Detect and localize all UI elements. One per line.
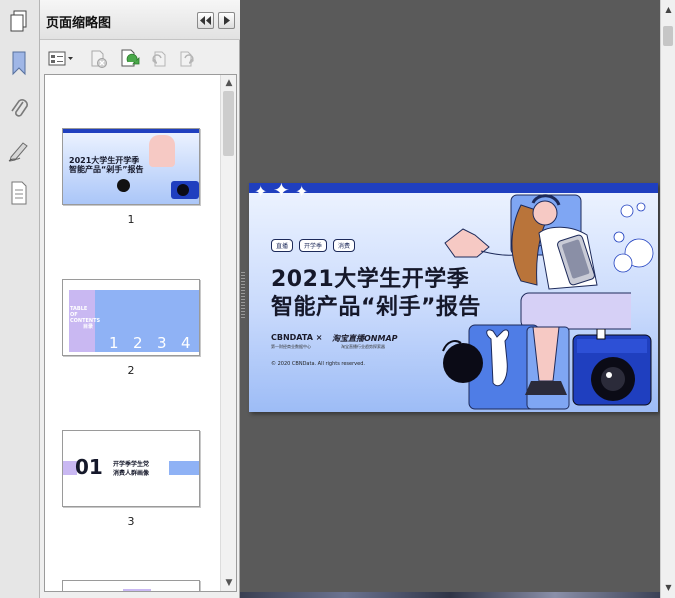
- expand-panel-button[interactable]: [218, 12, 235, 29]
- bookmark-icon: [12, 51, 26, 76]
- thumb2-num-4: 4: [181, 334, 191, 352]
- thumb2-num-2: 2: [133, 334, 143, 352]
- sparkle-icon: ✦: [295, 183, 309, 201]
- insert-page-icon: [121, 49, 140, 67]
- cover-tag: 直播: [271, 239, 294, 252]
- page-thumbnail-4[interactable]: [62, 580, 200, 591]
- thumb2-num-3: 3: [157, 334, 167, 352]
- onmap-logo-subtitle: 淘宝直播行业趋势探索器: [341, 344, 385, 349]
- insert-page-button[interactable]: [118, 48, 142, 70]
- rotate-left-icon: [152, 51, 166, 67]
- bookmarks-button[interactable]: [4, 48, 34, 78]
- pages-panel-button[interactable]: [4, 6, 34, 36]
- page-thumbnail-1[interactable]: 2021大学生开学季 智能产品“剁手”报告: [62, 128, 200, 205]
- layers-button[interactable]: [4, 178, 34, 208]
- cover-title-line2: 智能产品“剁手”报告: [271, 295, 481, 320]
- panel-header: 页面缩略图: [40, 0, 240, 40]
- cover-copyright: © 2020 CBNData. All rights reserved.: [271, 361, 365, 367]
- page-thumbnail-2[interactable]: TABLE OF CONTENTS 目录 1 2 3 4: [62, 279, 200, 356]
- thumb3-line2: 消费人群画像: [113, 470, 150, 477]
- rotate-right-button[interactable]: [176, 48, 198, 70]
- collapse-panel-button[interactable]: [197, 12, 214, 29]
- page-thumbnail-3[interactable]: 01 开学季学生党 消费人群画像: [62, 430, 200, 507]
- cbndata-logo: CBNDATA ×: [271, 333, 323, 342]
- document-scrollbar[interactable]: ▲ ▼: [660, 0, 675, 598]
- signature-pen-icon: [8, 142, 28, 162]
- paperclip-icon: [11, 99, 28, 117]
- document-layers-icon: [11, 181, 27, 205]
- chevron-right-icon: [223, 16, 230, 25]
- panel-title: 页面缩略图: [46, 16, 112, 31]
- page-number-2: 2: [127, 364, 135, 377]
- rotate-left-button[interactable]: [148, 48, 170, 70]
- thumbnail-options-icon: [48, 51, 73, 66]
- thumbnail-toolbar: [40, 44, 240, 72]
- cover-tag: 消费: [333, 239, 356, 252]
- scroll-up-arrow-icon[interactable]: ▲: [663, 4, 674, 15]
- double-chevron-left-icon: [200, 16, 211, 25]
- thumb2-toc-4: 目录: [83, 324, 94, 330]
- cover-tags: 直播 开学季 消费: [271, 239, 356, 252]
- thumb1-title-line2: 智能产品“剁手”报告: [69, 165, 144, 174]
- signatures-button[interactable]: [4, 136, 34, 166]
- taskbar-edge: [240, 592, 660, 598]
- onmap-logo: 淘宝直播ONMAP: [332, 334, 398, 343]
- thumbnail-scrollbar[interactable]: ▲ ▼: [220, 75, 236, 591]
- panel-resize-handle[interactable]: [241, 272, 245, 320]
- scroll-up-arrow-icon[interactable]: ▲: [223, 77, 235, 89]
- cover-tag: 开学季: [299, 239, 328, 252]
- page-number-1: 1: [127, 213, 135, 226]
- camera-illustration-icon: [572, 329, 652, 406]
- navigation-pane-strip: [0, 0, 40, 598]
- scroll-down-arrow-icon[interactable]: ▼: [223, 577, 235, 589]
- thumbnail-scroll-thumb[interactable]: [223, 91, 234, 156]
- thumb3-line1: 开学季学生党: [113, 461, 150, 468]
- attachments-button[interactable]: [4, 94, 34, 124]
- page-number-3: 3: [127, 515, 135, 528]
- page-thumbnails-panel: 页面缩略图 2021大学生开学季 智能产品“剁手”报告 1 TABLE OF C…: [40, 0, 240, 598]
- sparkle-icon: ✦: [273, 183, 290, 202]
- sparkle-icon: ✦: [254, 183, 268, 201]
- rotate-right-icon: [180, 51, 194, 67]
- delete-page-button[interactable]: [88, 48, 110, 70]
- pages-icon: [10, 10, 27, 32]
- document-page-view[interactable]: ✦ ✦ ✦ 直播 开学季 消费 2021大学生开学季 智能产品“剁手”报告 CB…: [249, 183, 658, 412]
- scroll-down-arrow-icon[interactable]: ▼: [663, 582, 674, 593]
- thumbnail-options-button[interactable]: [48, 48, 74, 70]
- delete-page-icon: [91, 50, 107, 68]
- thumb3-section-number: 01: [75, 455, 103, 479]
- document-scroll-thumb[interactable]: [663, 26, 673, 46]
- thumb2-num-1: 1: [109, 334, 119, 352]
- cbndata-logo-subtitle: 第一财经商业数据中心: [271, 344, 311, 349]
- thumbnail-list[interactable]: 2021大学生开学季 智能产品“剁手”报告 1 TABLE OF CONTENT…: [44, 74, 237, 592]
